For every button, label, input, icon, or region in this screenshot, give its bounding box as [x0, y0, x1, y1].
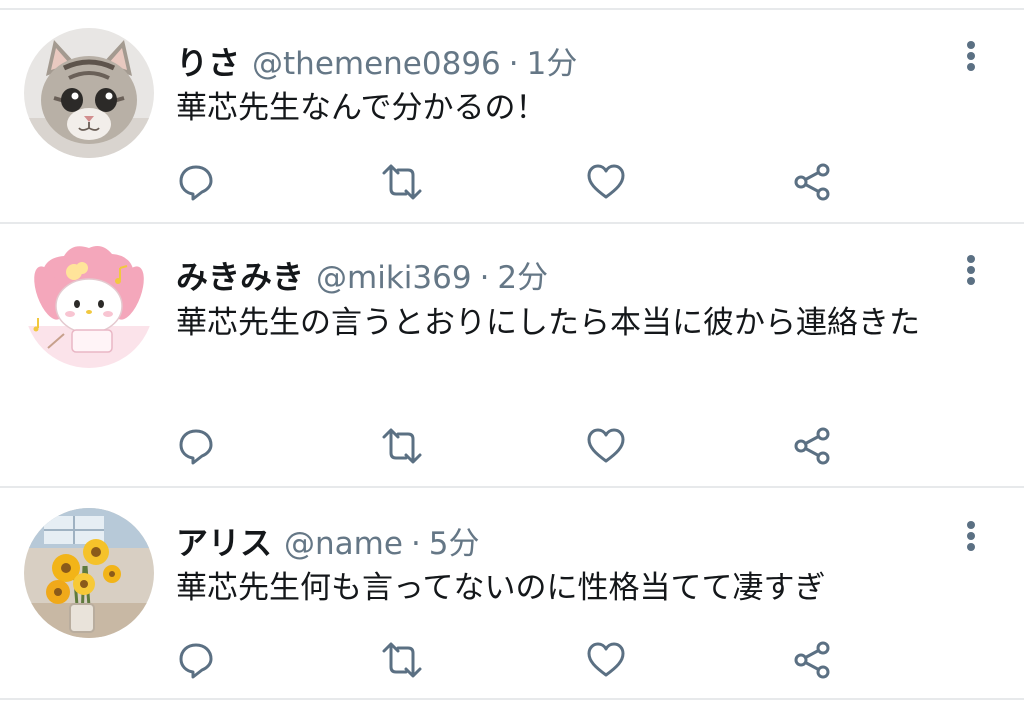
kitten-avatar-image: [24, 28, 154, 158]
like-icon: [587, 642, 625, 677]
more-options-button[interactable]: [956, 250, 986, 290]
timestamp[interactable]: 1分: [527, 38, 578, 83]
tweet-2[interactable]: みきみき @miki369 · 2分 華芯先生の言うとおりにしたら本当に彼から連…: [0, 224, 1024, 486]
tweet-header: みきみき @miki369 · 2分: [176, 252, 548, 296]
user-handle[interactable]: @miki369: [316, 260, 472, 296]
avatar-sunflower[interactable]: [24, 508, 154, 638]
like-button[interactable]: [584, 160, 628, 204]
display-name[interactable]: みきみき: [176, 252, 304, 298]
my-melody-avatar-image: [24, 238, 154, 368]
share-icon: [794, 427, 830, 465]
retweet-icon: [382, 164, 422, 200]
reply-icon: [179, 429, 213, 465]
like-button[interactable]: [584, 638, 628, 682]
separator-dot: ·: [410, 526, 421, 562]
user-handle[interactable]: @name: [284, 526, 403, 562]
tweet-3[interactable]: アリス @name · 5分 華芯先生何も言ってないのに性格当てて凄すぎ: [0, 488, 1024, 698]
tweet-text: 華芯先生なんで分かるの！: [176, 90, 547, 126]
share-icon: [794, 163, 830, 201]
like-icon: [587, 428, 625, 463]
share-button[interactable]: [790, 160, 834, 204]
share-button[interactable]: [790, 424, 834, 468]
tweet-1[interactable]: りさ @themene0896 · 1分 華芯先生なんで分かるの！: [0, 0, 1024, 222]
retweet-button[interactable]: [380, 638, 424, 682]
reply-button[interactable]: [174, 424, 218, 468]
more-options-button[interactable]: [956, 516, 986, 556]
avatar-my-melody[interactable]: [24, 238, 154, 368]
more-vertical-icon: [967, 521, 975, 551]
tweet-text: 華芯先生何も言ってないのに性格当てて凄すぎ: [176, 570, 826, 606]
separator-dot: ·: [479, 260, 490, 296]
avatar-kitten[interactable]: [24, 28, 154, 158]
retweet-button[interactable]: [380, 424, 424, 468]
display-name[interactable]: アリス: [176, 518, 272, 564]
more-vertical-icon: [967, 41, 975, 71]
sunflower-vase-avatar-image: [24, 508, 154, 638]
divider: [0, 698, 1024, 700]
retweet-icon: [382, 428, 422, 464]
like-icon: [587, 164, 625, 199]
share-button[interactable]: [790, 638, 834, 682]
reply-icon: [179, 165, 213, 201]
tweet-text: 華芯先生の言うとおりにしたら本当に彼から連絡きた: [176, 305, 920, 341]
like-button[interactable]: [584, 424, 628, 468]
reply-button[interactable]: [174, 638, 218, 682]
display-name[interactable]: りさ: [176, 38, 240, 84]
reply-icon: [179, 643, 213, 679]
more-options-button[interactable]: [956, 36, 986, 76]
retweet-icon: [382, 642, 422, 678]
timestamp[interactable]: 5分: [429, 518, 480, 563]
separator-dot: ·: [508, 46, 519, 82]
timeline-feed: りさ @themene0896 · 1分 華芯先生なんで分かるの！ みきみき @…: [0, 0, 1024, 710]
retweet-button[interactable]: [380, 160, 424, 204]
user-handle[interactable]: @themene0896: [252, 46, 501, 82]
tweet-header: アリス @name · 5分: [176, 518, 480, 562]
more-vertical-icon: [967, 255, 975, 285]
timestamp[interactable]: 2分: [497, 252, 548, 297]
reply-button[interactable]: [174, 160, 218, 204]
share-icon: [794, 641, 830, 679]
tweet-header: りさ @themene0896 · 1分: [176, 38, 577, 82]
